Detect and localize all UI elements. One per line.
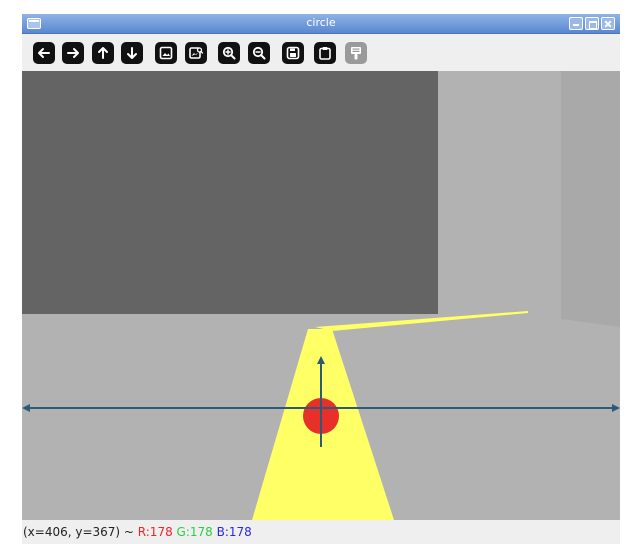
pixel-blue-value: B:178 xyxy=(216,525,252,539)
back-wall xyxy=(22,71,438,314)
minimize-button[interactable] xyxy=(569,17,583,30)
properties-icon xyxy=(351,47,361,60)
zoom-fit-button[interactable] xyxy=(155,42,177,64)
cursor-coordinates: (x=406, y=367) ~ xyxy=(23,525,138,539)
properties-button[interactable] xyxy=(345,42,367,64)
pan-left-button[interactable] xyxy=(33,42,55,64)
copy-to-clipboard-button[interactable] xyxy=(314,42,336,64)
arrow-down-icon xyxy=(127,47,137,59)
arrow-right-icon xyxy=(67,48,79,58)
toolbar xyxy=(22,35,620,71)
window-controls xyxy=(569,17,615,30)
pan-up-button[interactable] xyxy=(92,42,114,64)
scene-image xyxy=(22,71,620,520)
pan-right-button[interactable] xyxy=(62,42,84,64)
save-icon xyxy=(286,46,300,60)
save-button[interactable] xyxy=(282,42,304,64)
image-icon xyxy=(159,46,173,60)
window-title: circle xyxy=(306,16,336,29)
clipboard-icon xyxy=(319,47,331,60)
zoom-out-button[interactable] xyxy=(248,42,270,64)
arrow-left-icon xyxy=(38,48,50,58)
app-window: circle (x=406, y=367) ~ R:178 G:178 B:17… xyxy=(22,14,620,544)
pixel-green-value: G:178 xyxy=(176,525,213,539)
maximize-button[interactable] xyxy=(585,17,599,30)
zoom-out-icon xyxy=(252,46,266,60)
close-button[interactable] xyxy=(601,17,615,30)
status-bar: (x=406, y=367) ~ R:178 G:178 B:178 xyxy=(22,520,620,544)
pan-down-button[interactable] xyxy=(121,42,143,64)
zoom-in-button[interactable] xyxy=(218,42,240,64)
pixel-red-value: R:178 xyxy=(137,525,173,539)
zoom-original-button[interactable] xyxy=(185,42,207,64)
image-viewport[interactable] xyxy=(22,71,620,520)
image-search-icon xyxy=(189,47,204,59)
zoom-in-icon xyxy=(222,46,236,60)
right-side-wall xyxy=(561,71,620,327)
title-bar[interactable]: circle xyxy=(22,14,620,34)
arrow-up-icon xyxy=(98,47,108,59)
